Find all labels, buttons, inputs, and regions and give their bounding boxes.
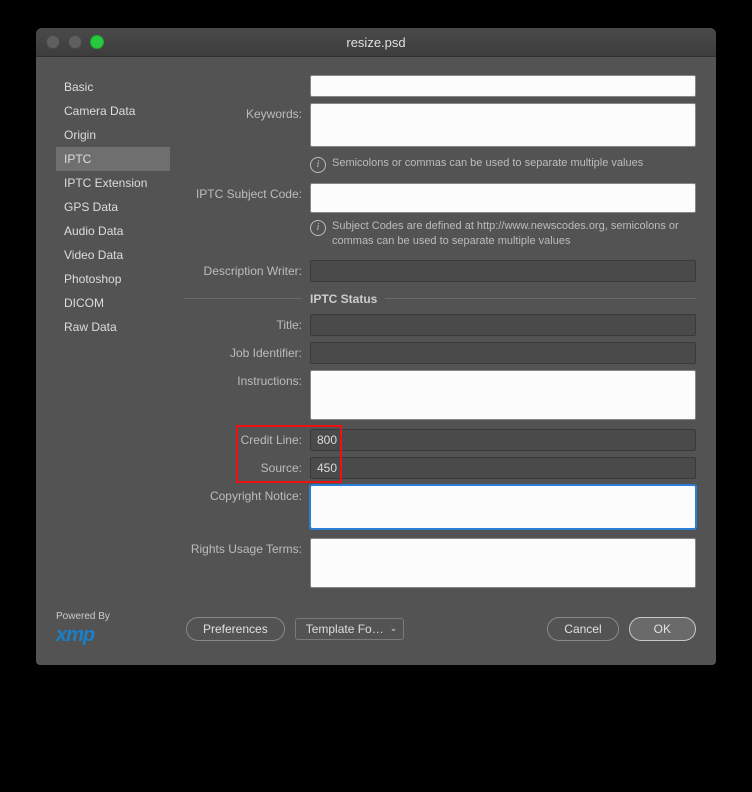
- main-panel: Keywords: i Semicolons or commas can be …: [184, 75, 696, 597]
- description-writer-label: Description Writer:: [184, 260, 310, 278]
- sidebar-item-camera-data[interactable]: Camera Data: [56, 99, 170, 123]
- sidebar-item-iptc-extension[interactable]: IPTC Extension: [56, 171, 170, 195]
- sidebar-item-audio-data[interactable]: Audio Data: [56, 219, 170, 243]
- window-zoom-button[interactable]: [90, 35, 104, 49]
- sidebar-item-photoshop[interactable]: Photoshop: [56, 267, 170, 291]
- sidebar-item-origin[interactable]: Origin: [56, 123, 170, 147]
- window-title: resize.psd: [36, 35, 716, 50]
- cancel-button[interactable]: Cancel: [547, 617, 618, 641]
- xmp-logo: xmp: [56, 624, 176, 647]
- rights-usage-terms-label: Rights Usage Terms:: [184, 538, 310, 556]
- credit-line-label: Credit Line:: [184, 429, 310, 447]
- job-identifier-input[interactable]: [310, 342, 696, 364]
- titlebar: resize.psd: [36, 28, 716, 57]
- copyright-notice-label: Copyright Notice:: [184, 485, 310, 503]
- powered-by-text: Powered By: [56, 611, 176, 622]
- title-input[interactable]: [310, 314, 696, 336]
- hint-text: Semicolons or commas can be used to sepa…: [332, 156, 643, 171]
- subject-code-input[interactable]: [310, 183, 696, 213]
- sidebar-item-gps-data[interactable]: GPS Data: [56, 195, 170, 219]
- template-dropdown[interactable]: Template Fo… ⌄: [295, 618, 405, 640]
- info-icon: i: [310, 157, 326, 173]
- metadata-dialog: resize.psd Basic Camera Data Origin IPTC…: [36, 28, 716, 665]
- instructions-input[interactable]: [310, 370, 696, 420]
- source-input[interactable]: [310, 457, 696, 479]
- keywords-label: Keywords:: [184, 103, 310, 121]
- template-dropdown-label: Template Fo…: [306, 622, 384, 636]
- info-icon: i: [310, 220, 326, 236]
- sidebar-item-iptc[interactable]: IPTC: [56, 147, 170, 171]
- section-title: IPTC Status: [302, 292, 385, 306]
- unlabeled-input[interactable]: [310, 75, 696, 97]
- description-writer-input[interactable]: [310, 260, 696, 282]
- keywords-hint: i Semicolons or commas can be used to se…: [310, 156, 696, 173]
- powered-by: Powered By xmp: [56, 611, 176, 647]
- sidebar: Basic Camera Data Origin IPTC IPTC Exten…: [56, 75, 170, 597]
- label: [184, 75, 310, 79]
- window-close-button[interactable]: [46, 35, 60, 49]
- credit-line-input[interactable]: [310, 429, 696, 451]
- title-label: Title:: [184, 314, 310, 332]
- rights-usage-terms-input[interactable]: [310, 538, 696, 588]
- ok-button[interactable]: OK: [629, 617, 696, 641]
- footer: Powered By xmp Preferences Template Fo… …: [36, 611, 716, 665]
- subject-code-label: IPTC Subject Code:: [184, 183, 310, 201]
- hint-text: Subject Codes are defined at http://www.…: [332, 219, 696, 250]
- section-iptc-status: IPTC Status: [184, 292, 696, 306]
- window-minimize-button[interactable]: [68, 35, 82, 49]
- instructions-label: Instructions:: [184, 370, 310, 388]
- copyright-notice-input[interactable]: [310, 485, 696, 529]
- preferences-button[interactable]: Preferences: [186, 617, 285, 641]
- chevron-down-icon: ⌄: [390, 623, 398, 634]
- job-identifier-label: Job Identifier:: [184, 342, 310, 360]
- sidebar-item-video-data[interactable]: Video Data: [56, 243, 170, 267]
- sidebar-item-raw-data[interactable]: Raw Data: [56, 315, 170, 339]
- subject-code-hint: i Subject Codes are defined at http://ww…: [310, 219, 696, 250]
- sidebar-item-basic[interactable]: Basic: [56, 75, 170, 99]
- sidebar-item-dicom[interactable]: DICOM: [56, 291, 170, 315]
- keywords-input[interactable]: [310, 103, 696, 147]
- source-label: Source:: [184, 457, 310, 475]
